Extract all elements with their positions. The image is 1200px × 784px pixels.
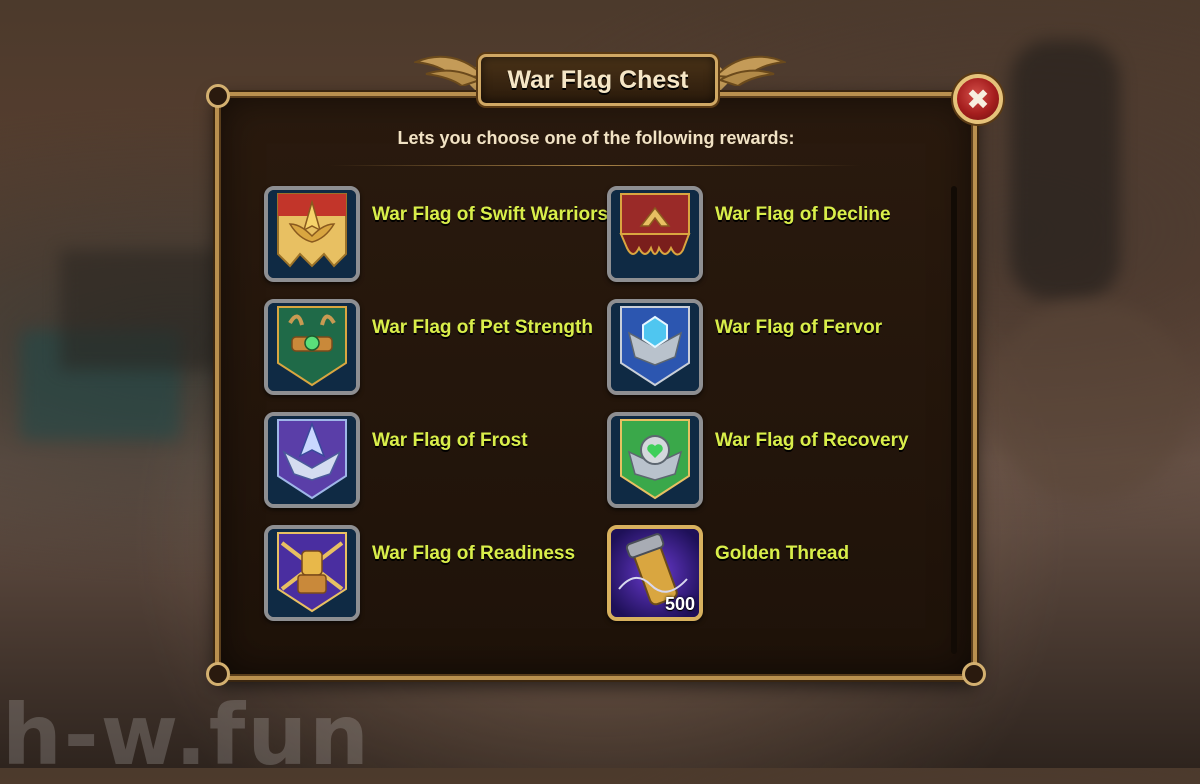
reward-quantity: 500 xyxy=(664,594,695,614)
decline-flag-icon xyxy=(611,190,699,278)
reward-item[interactable]: 500 Golden Thread xyxy=(607,525,937,621)
scrollbar[interactable] xyxy=(951,186,957,654)
title-plate: War Flag Chest xyxy=(478,54,718,106)
reward-label: War Flag of Pet Strength xyxy=(372,317,593,338)
reward-icon-frame xyxy=(264,525,360,621)
watermark: h-w.fun xyxy=(2,686,371,784)
reward-label: War Flag of Fervor xyxy=(715,317,883,338)
dialog-title: War Flag Chest xyxy=(507,65,689,94)
reward-icon-frame xyxy=(607,412,703,508)
reward-label: War Flag of Swift Warriors xyxy=(372,204,609,225)
recovery-flag-icon xyxy=(611,416,699,504)
reward-item[interactable]: War Flag of Fervor xyxy=(607,299,937,395)
reward-icon-frame xyxy=(607,186,703,282)
reward-item[interactable]: War Flag of Decline xyxy=(607,186,937,282)
close-button[interactable]: ✖ xyxy=(953,74,1003,124)
reward-icon-frame xyxy=(607,299,703,395)
divider xyxy=(330,165,860,166)
swift-warriors-flag-icon xyxy=(268,190,356,278)
right-wing-ornament xyxy=(716,55,786,86)
frame-corner-ornament xyxy=(206,84,230,108)
frame-corner-ornament xyxy=(962,662,986,686)
reward-item[interactable]: War Flag of Pet Strength xyxy=(264,299,594,395)
reward-icon-frame xyxy=(264,412,360,508)
pet-strength-flag-icon xyxy=(268,303,356,391)
reward-item[interactable]: War Flag of Recovery xyxy=(607,412,937,508)
reward-label: Golden Thread xyxy=(715,543,850,564)
frost-flag-icon xyxy=(268,416,356,504)
reward-icon-frame: 500 xyxy=(607,525,703,621)
reward-label: War Flag of Recovery xyxy=(715,430,909,451)
readiness-flag-icon xyxy=(268,529,356,617)
fervor-flag-icon xyxy=(611,303,699,391)
frame-corner-ornament xyxy=(206,662,230,686)
left-wing-ornament xyxy=(414,55,484,86)
reward-label: War Flag of Readiness xyxy=(372,543,576,564)
reward-label: War Flag of Frost xyxy=(372,430,528,451)
dialog-subtitle: Lets you choose one of the following rew… xyxy=(397,128,795,148)
reward-label: War Flag of Decline xyxy=(715,204,891,225)
reward-icon-frame xyxy=(264,186,360,282)
reward-item[interactable]: War Flag of Readiness xyxy=(264,525,594,621)
reward-icon-frame xyxy=(264,299,360,395)
reward-item[interactable]: War Flag of Frost xyxy=(264,412,594,508)
reward-item[interactable]: War Flag of Swift Warriors xyxy=(264,186,608,282)
close-x-icon: ✖ xyxy=(966,83,990,115)
